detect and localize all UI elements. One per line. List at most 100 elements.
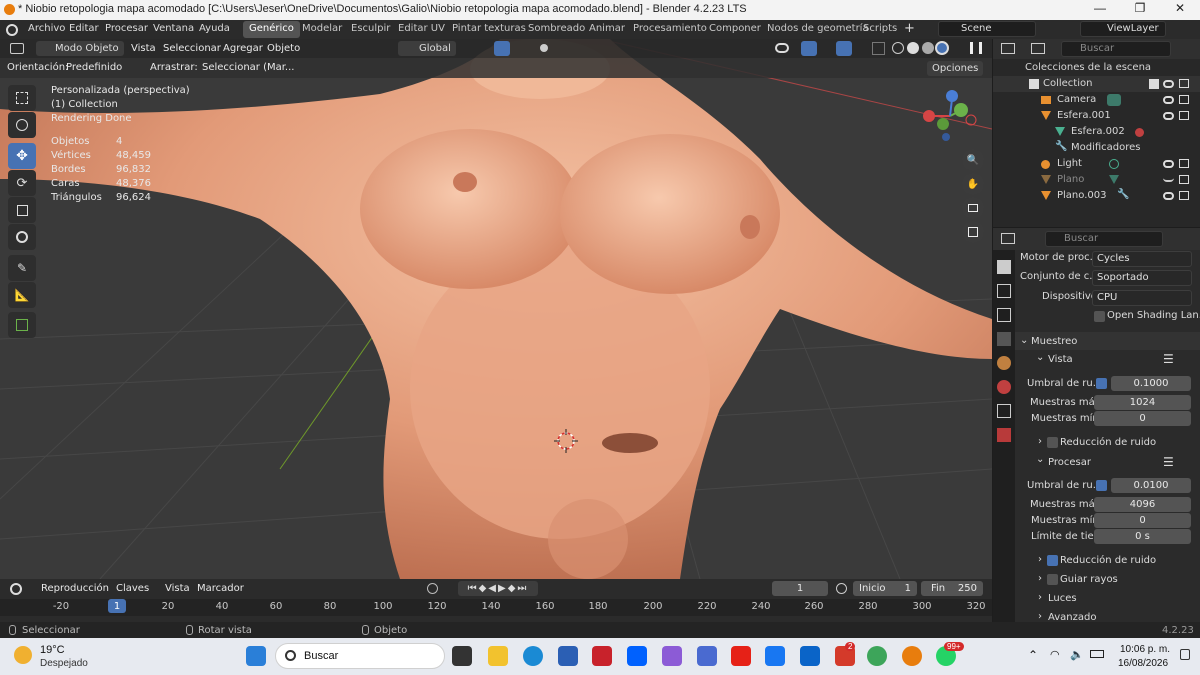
transform-tool[interactable] <box>8 224 36 250</box>
shading-wireframe-icon[interactable] <box>892 42 904 54</box>
osl-checkbox[interactable] <box>1094 311 1105 322</box>
taskbar-search[interactable]: Buscar <box>275 643 445 669</box>
tab-editar-uv[interactable]: Editar UV <box>392 21 451 38</box>
viewlayer-selector[interactable]: ViewLayer <box>1080 21 1166 37</box>
camera-render-icon[interactable] <box>1179 79 1189 88</box>
output-tab-icon[interactable] <box>997 308 1011 322</box>
outliner-row[interactable]: Plano.003 🔧 <box>993 188 1200 204</box>
overlay-toggle-icon[interactable] <box>836 41 852 56</box>
menu-archivo[interactable]: Archivo <box>28 23 65 34</box>
outliner-editor-icon[interactable] <box>1001 43 1015 54</box>
viewport-max-samples-field[interactable]: 1024 <box>1094 395 1191 410</box>
guiding-checkbox[interactable] <box>1047 574 1058 585</box>
pan-button[interactable]: ✋ <box>962 173 984 195</box>
sampling-panel-header[interactable]: ⌄ Muestreo <box>1015 332 1200 350</box>
eye-hidden-icon[interactable] <box>1163 178 1174 182</box>
close-button[interactable]: ✕ <box>1160 1 1200 15</box>
mode-selector[interactable]: Modo Objeto <box>36 41 124 56</box>
world-tab-icon[interactable] <box>997 380 1011 394</box>
outliner-row[interactable]: Camera <box>993 92 1200 108</box>
xray-toggle-icon[interactable] <box>872 42 885 55</box>
viewport-menu-agregar[interactable]: Agregar <box>223 43 263 54</box>
notification-icon[interactable] <box>1180 649 1190 660</box>
texture-tab-icon[interactable] <box>997 428 1011 442</box>
chevron-up-icon[interactable]: ⌃ <box>1028 648 1038 662</box>
outliner-row[interactable]: 🔧 Modificadores <box>993 140 1200 156</box>
volume-icon[interactable]: 🔈 <box>1070 648 1084 661</box>
eye-icon[interactable] <box>1163 80 1174 88</box>
calculator-icon[interactable] <box>697 646 717 666</box>
viewport-noise-field[interactable]: 0.1000 <box>1111 376 1191 391</box>
camera-render-icon[interactable] <box>1179 175 1189 184</box>
clock-date[interactable]: 16/08/2026 <box>1118 658 1168 669</box>
tab-generico[interactable]: Genérico <box>243 21 300 38</box>
annotate-tool[interactable]: ✎ <box>8 255 36 281</box>
scene-selector[interactable]: Scene <box>938 21 1036 37</box>
render-noise-field[interactable]: 0.0100 <box>1111 478 1191 493</box>
view-layer-tab-icon[interactable] <box>997 332 1011 346</box>
add-cube-tool[interactable] <box>8 312 36 338</box>
device-dropdown[interactable]: CPU <box>1092 290 1192 306</box>
properties-editor-icon[interactable] <box>1001 233 1015 244</box>
feature-set-dropdown[interactable]: Soportado <box>1092 270 1192 286</box>
render-min-samples-field[interactable]: 0 <box>1094 513 1191 528</box>
battery-icon[interactable] <box>1090 650 1104 658</box>
facebook-icon[interactable] <box>765 646 785 666</box>
play-icon[interactable]: ▶ <box>498 583 508 594</box>
camera-view-button[interactable] <box>962 197 984 219</box>
playback-controls[interactable]: ⏮◆◀▶◆⏭ <box>458 581 538 596</box>
list-icon[interactable]: ☰ <box>1163 352 1174 366</box>
navigation-gizmo[interactable] <box>923 90 977 141</box>
timeline-menu-claves[interactable]: Claves <box>116 583 149 594</box>
clipchamp-icon[interactable] <box>662 646 682 666</box>
tab-esculpir[interactable]: Esculpir <box>345 21 396 38</box>
outliner-search-input[interactable]: Buscar <box>1061 41 1171 57</box>
select-box-tool[interactable] <box>8 85 36 111</box>
eye-icon[interactable] <box>1163 96 1174 104</box>
chrome-icon[interactable] <box>867 646 887 666</box>
render-time-limit-field[interactable]: 0 s <box>1094 529 1191 544</box>
viewport-min-samples-field[interactable]: 0 <box>1094 411 1191 426</box>
pause-render-icon[interactable] <box>970 42 982 54</box>
outliner-row[interactable]: Collection <box>993 76 1200 92</box>
clock-time[interactable]: 10:06 p. m. <box>1120 644 1170 655</box>
weather-temp[interactable]: 19°C <box>40 644 65 656</box>
drag-dropdown[interactable]: Seleccionar (Mar... <box>202 62 294 73</box>
outlook-icon[interactable] <box>800 646 820 666</box>
options-button[interactable]: Opciones <box>927 61 984 76</box>
render-max-samples-field[interactable]: 4096 <box>1094 497 1191 512</box>
youtube-icon[interactable] <box>731 646 751 666</box>
add-workspace-button[interactable]: + <box>904 21 915 36</box>
viewport-menu-objeto[interactable]: Objeto <box>267 43 300 54</box>
shading-solid-icon[interactable] <box>907 42 919 54</box>
play-reverse-icon[interactable]: ◀ <box>488 583 498 594</box>
current-frame-field[interactable]: 1 <box>772 581 828 596</box>
viewport-menu-vista[interactable]: Vista <box>131 43 156 54</box>
mcafee-icon[interactable] <box>592 646 612 666</box>
menu-ventana[interactable]: Ventana <box>153 23 194 34</box>
next-key-icon[interactable]: ◆ <box>508 583 518 594</box>
clock-icon[interactable] <box>836 583 847 594</box>
tab-procesamiento[interactable]: Procesamiento <box>627 21 713 38</box>
render-engine-dropdown[interactable]: Cycles <box>1092 251 1192 267</box>
timeline-menu-reproduccion[interactable]: Reproducción <box>41 583 109 594</box>
3d-viewport[interactable]: Modo Objeto Vista Seleccionar Agregar Ob… <box>0 39 992 579</box>
viewport-visibility-icon[interactable] <box>775 43 789 53</box>
start-frame-field[interactable]: Inicio 1 <box>853 581 917 596</box>
rotate-tool[interactable]: ⟳ <box>8 170 36 196</box>
edge-icon[interactable] <box>523 646 543 666</box>
outliner-row[interactable]: Light <box>993 156 1200 172</box>
camera-render-icon[interactable] <box>1179 111 1189 120</box>
measure-tool[interactable]: 📐 <box>8 282 36 308</box>
include-checkbox[interactable] <box>1149 79 1159 89</box>
render-tab-icon[interactable] <box>997 284 1011 298</box>
render-denoise-checkbox[interactable] <box>1047 555 1058 566</box>
menu-ayuda[interactable]: Ayuda <box>199 23 230 34</box>
shading-material-icon[interactable] <box>922 42 934 54</box>
eye-icon[interactable] <box>1163 112 1174 120</box>
gizmo-toggle-icon[interactable] <box>801 41 817 56</box>
filter-icon[interactable] <box>1031 43 1045 54</box>
cursor-tool[interactable] <box>8 112 36 138</box>
end-frame-field[interactable]: Fin 250 <box>921 581 983 596</box>
blender-menu-icon[interactable] <box>6 24 18 36</box>
